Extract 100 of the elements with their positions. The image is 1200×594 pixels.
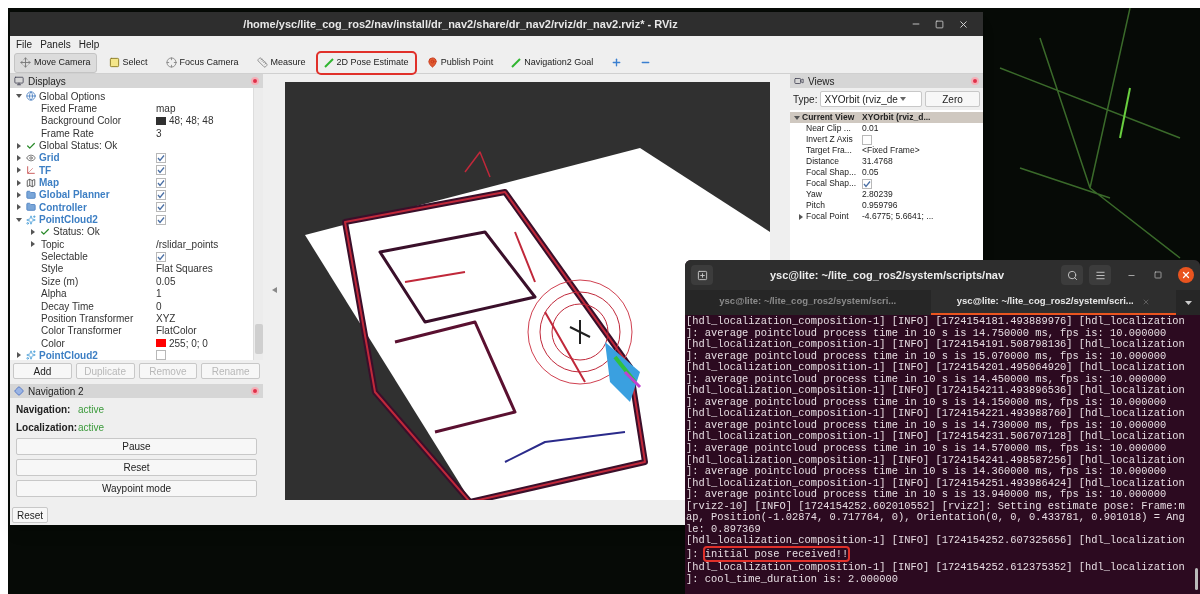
collapsed-arrow-icon[interactable] (16, 142, 22, 149)
checkbox[interactable] (156, 214, 166, 225)
collapsed-arrow-icon[interactable] (16, 191, 22, 198)
check-icon (40, 226, 50, 237)
checkbox[interactable] (862, 178, 872, 189)
terminal-line: ]: cool_time_duration is: 2.000000 (686, 573, 898, 586)
checkbox[interactable] (156, 152, 166, 163)
globe-icon (26, 91, 36, 102)
collapsed-arrow-icon[interactable] (798, 213, 804, 220)
panel-title: Displays (28, 74, 66, 89)
tool-button[interactable]: Publish Point (420, 52, 500, 73)
search-icon (1066, 269, 1078, 281)
new-tab-button[interactable] (691, 265, 713, 285)
collapse-arrow-icon[interactable] (271, 286, 277, 293)
current-view-label[interactable]: Current View (802, 112, 855, 123)
view-property-label: Target Fra... (806, 145, 852, 156)
terminal-line: ]: average pointcloud process time in 10 s is 15.070000 ms, fps is: 10.000000 (686, 349, 1167, 362)
checkbox[interactable] (156, 165, 166, 176)
camera-icon (794, 76, 804, 86)
checkbox[interactable] (156, 350, 166, 360)
panel-title: Views (808, 74, 835, 89)
view-property-value: 0.01 (862, 123, 879, 134)
panel-title: Navigation 2 (28, 384, 84, 399)
terminal-line: ]: average pointcloud process time in 10 s is 14.730000 ms, fps is: 10.000000 (686, 418, 1167, 431)
checkbox[interactable] (156, 189, 166, 200)
property-value: 48; 48; 48 (169, 114, 214, 129)
diamond-icon (14, 386, 24, 396)
menu-button[interactable] (1089, 265, 1111, 285)
terminal-line: [hdl_localization_composition-1] [INFO] [1724154211.493896536] [hdl_localization (686, 384, 1185, 397)
close-icon[interactable] (958, 18, 969, 30)
terminal-line: [hdl_localization_composition-1] [INFO] [1724154181.493889976] [hdl_localization (686, 315, 1185, 327)
collapsed-arrow-icon[interactable] (16, 179, 22, 186)
scrollbar-thumb[interactable] (1194, 568, 1198, 590)
collapsed-arrow-icon[interactable] (16, 204, 22, 211)
collapsed-arrow-icon[interactable] (30, 228, 36, 235)
sparkle-icon (26, 214, 36, 225)
terminal-line: [hdl_localization_composition-1] [INFO] [1724154201.495064920] [hdl_localization (686, 361, 1185, 374)
tool-button[interactable]: Move Camera (14, 52, 97, 73)
view-property-value: 0.959796 (862, 200, 898, 211)
maximize-icon[interactable] (935, 19, 944, 29)
close-button[interactable] (1178, 267, 1194, 283)
folder-icon (26, 202, 36, 213)
type-dropdown[interactable]: XYOrbit (rviz_de (820, 91, 922, 107)
view-property-label: Invert Z Axis (806, 134, 853, 145)
nav-button[interactable]: Reset (16, 459, 257, 476)
menu-item[interactable]: Panels (40, 36, 71, 52)
checkbox[interactable] (156, 177, 166, 188)
folder-icon (26, 189, 36, 200)
type-label: Type: (793, 92, 818, 107)
tool-button[interactable]: Focus Camera (159, 52, 245, 73)
view-property-value: 0.05 (862, 167, 879, 178)
nav-button[interactable]: Pause (16, 438, 257, 455)
view-property-value: 31.4768 (862, 156, 893, 167)
collapsed-arrow-icon[interactable] (16, 352, 22, 359)
close-icon (1181, 270, 1191, 280)
scrollbar[interactable] (253, 88, 263, 360)
view-property-label: Focal Shap... (806, 178, 857, 189)
search-button[interactable] (1061, 265, 1083, 285)
terminal-line: ]: average pointcloud process time in 10 s is 13.940000 ms, fps is: 10.000000 (686, 488, 1167, 501)
zero-button[interactable]: Zero (925, 91, 980, 107)
dropdown-icon[interactable] (1184, 300, 1192, 305)
status-value: active (78, 420, 105, 435)
terminal-line: [hdl_localization_composition-1] [INFO] [1724154252.607325656] [hdl_localization (686, 534, 1185, 547)
terminal-line: [hdl_localization_composition-1] [INFO] [1724154191.508798136] [hdl_localization (686, 338, 1185, 351)
menu-item[interactable]: File (16, 36, 33, 52)
status-value: active (78, 402, 105, 417)
terminal-tab[interactable]: ysc@lite: ~/lite_cog_ros2/system/scri... (930, 290, 1176, 315)
reset-button[interactable]: Reset (12, 507, 49, 523)
sparkle-icon (26, 350, 36, 360)
view-property-label: Near Clip ... (806, 123, 851, 134)
crosshair-icon (165, 57, 177, 68)
menu-item[interactable]: Help (78, 36, 100, 52)
terminal-line: le: 0.897369 (686, 522, 761, 535)
maximize-icon[interactable] (1154, 271, 1162, 279)
expanded-arrow-icon[interactable] (16, 216, 22, 223)
nav-button[interactable]: Waypoint mode (16, 480, 257, 497)
tree-item-label[interactable]: Global Options (39, 88, 106, 104)
tree-item-label[interactable]: Fixed Frame (41, 101, 98, 116)
checkbox[interactable] (156, 202, 166, 213)
expanded-arrow-icon[interactable] (16, 93, 22, 100)
collapsed-arrow-icon[interactable] (30, 241, 36, 248)
tool-button[interactable]: Select (102, 52, 154, 73)
view-property-value: <Fixed Frame> (862, 145, 920, 156)
property-value: 255; 0; 0 (169, 336, 208, 351)
collapsed-arrow-icon[interactable] (16, 167, 22, 174)
property-value: 0 (156, 299, 162, 314)
expanded-arrow-icon[interactable] (794, 114, 800, 121)
map-icon (26, 177, 36, 188)
terminal-line: ]: average pointcloud process time in 10 s is 14.570000 ms, fps is: 10.000000 (686, 442, 1167, 454)
tool-button[interactable]: Measure (250, 52, 312, 73)
checkbox[interactable] (862, 134, 872, 145)
checkbox[interactable] (156, 251, 166, 262)
property-value: Flat Squares (156, 262, 213, 277)
tool-button[interactable]: 2D Pose Estimate (317, 52, 415, 73)
ruler-icon (256, 57, 268, 68)
view-property-label: Distance (806, 156, 840, 167)
tool-button[interactable]: Navigation2 Goal (505, 52, 600, 73)
terminal-line: ]: (686, 547, 700, 560)
collapsed-arrow-icon[interactable] (16, 154, 22, 161)
panel-button[interactable]: Add (13, 363, 72, 379)
